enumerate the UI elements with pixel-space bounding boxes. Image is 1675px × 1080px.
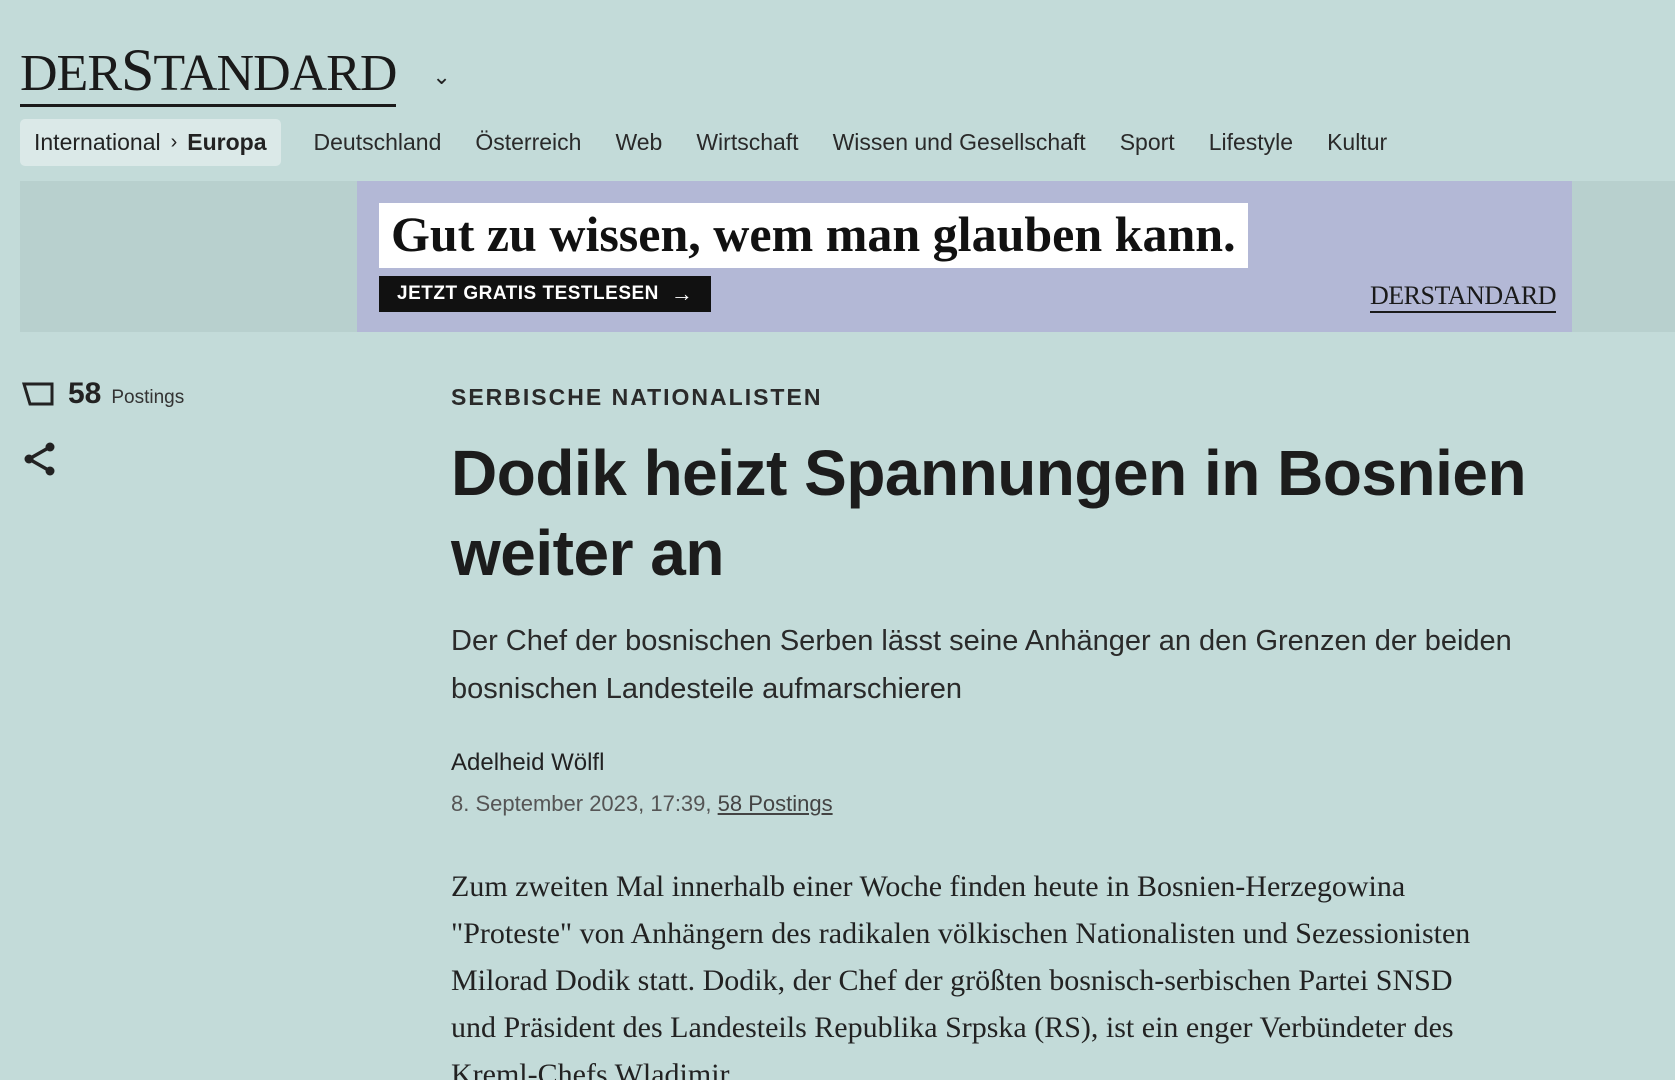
breadcrumb-separator: › — [170, 131, 178, 153]
share-icon[interactable] — [22, 441, 56, 482]
comment-icon — [22, 382, 54, 406]
postings-label: Postings — [111, 387, 185, 408]
nav-item-wirtschaft[interactable]: Wirtschaft — [696, 129, 798, 156]
nav-item-oesterreich[interactable]: Österreich — [475, 129, 581, 156]
nav-item-deutschland[interactable]: Deutschland — [314, 129, 442, 156]
ad-banner[interactable]: Gut zu wissen, wem man glauben kann. JET… — [357, 181, 1572, 332]
ad-headline: Gut zu wissen, wem man glauben kann. — [379, 203, 1248, 268]
header: DERSTANDARD ⌄ — [20, 40, 451, 107]
nav-item-lifestyle[interactable]: Lifestyle — [1209, 129, 1293, 156]
article: SERBISCHE NATIONALISTEN Dodik heizt Span… — [451, 384, 1661, 1080]
article-date: 8. September 2023, 17:39, — [451, 791, 718, 816]
article-kicker: SERBISCHE NATIONALISTEN — [451, 384, 823, 410]
breadcrumb-international[interactable]: International — [34, 129, 161, 156]
nav-item-web[interactable]: Web — [615, 129, 662, 156]
postings-link[interactable]: 58 Postings — [718, 791, 833, 816]
site-logo[interactable]: DERSTANDARD — [20, 40, 397, 107]
chevron-down-icon[interactable]: ⌄ — [432, 64, 450, 90]
breadcrumb: International › Europa — [20, 119, 281, 166]
nav-item-wissen-und-gesellschaft[interactable]: Wissen und Gesellschaft — [833, 129, 1086, 156]
ad-cta-button[interactable]: JETZT GRATIS TESTLESEN → — [379, 276, 712, 312]
article-body: Zum zweiten Mal innerhalb einer Woche fi… — [451, 870, 1471, 1080]
postings-counter[interactable]: 58 Postings — [22, 377, 184, 411]
ad-cta-label: JETZT GRATIS TESTLESEN — [397, 283, 659, 304]
article-author[interactable]: Adelheid Wölfl — [451, 749, 1661, 777]
article-lead: Der Chef der bosnischen Serben lässt sei… — [451, 625, 1512, 705]
arrow-right-icon: → — [670, 281, 694, 306]
section-nav: International › Europa Deutschland Öster… — [20, 119, 1387, 166]
postings-count: 58 — [68, 377, 102, 410]
nav-item-sport[interactable]: Sport — [1120, 129, 1175, 156]
article-meta: 8. September 2023, 17:39, 58 Postings — [451, 791, 1661, 817]
article-title: Dodik heizt Spannungen in Bosnien weiter… — [451, 437, 1527, 589]
breadcrumb-europa[interactable]: Europa — [187, 129, 266, 156]
ad-logo: DERSTANDARD — [1370, 283, 1556, 313]
nav-item-kultur[interactable]: Kultur — [1327, 129, 1387, 156]
